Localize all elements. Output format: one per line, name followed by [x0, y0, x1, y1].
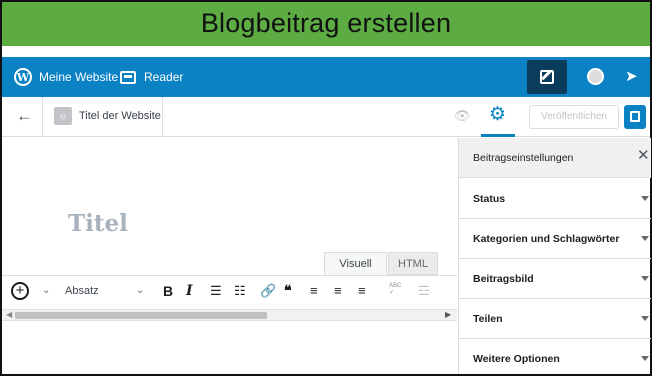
site-title-link[interactable]: ☼ Titel der Website [54, 107, 161, 125]
header-divider [42, 97, 43, 137]
align-center-icon[interactable]: ≡ [334, 283, 342, 299]
wordpress-logo-icon: W [14, 68, 32, 86]
panel-sharing[interactable]: Teilen [459, 299, 651, 339]
panel-featured-image[interactable]: Beitragsbild [459, 259, 651, 299]
reader-label: Reader [144, 70, 184, 84]
user-avatar-icon[interactable] [587, 68, 604, 85]
masterbar: W Meine Website Reader ➤ [2, 57, 650, 97]
caret-down-icon [641, 196, 649, 201]
editor-canvas: Titel Visuell HTML + ⌄ Absatz ⌄ B I ☰ ☷ … [2, 138, 457, 374]
write-post-button[interactable] [527, 60, 567, 94]
publish-button[interactable]: Veröffentlichen [529, 105, 619, 129]
editor-header: ← ☼ Titel der Website 👁 ⚙ Veröffentliche… [2, 97, 650, 137]
my-site-link[interactable]: W Meine Website [14, 57, 118, 97]
calendar-icon [630, 111, 640, 122]
spellcheck-icon[interactable]: ABC ✓ [389, 283, 401, 297]
notifications-icon[interactable]: ➤ [625, 68, 638, 86]
schedule-button[interactable] [624, 105, 646, 129]
link-icon[interactable]: 🔗 [260, 283, 276, 299]
caret-down-icon [641, 316, 649, 321]
panel-status[interactable]: Status [459, 179, 651, 219]
page-banner-title: Blogbeitrag erstellen [2, 2, 650, 46]
caret-down-icon [641, 236, 649, 241]
caret-down-icon [641, 276, 649, 281]
chevron-down-icon[interactable]: ⌄ [42, 285, 50, 296]
panel-label: Status [473, 193, 506, 205]
scroll-left-arrow-icon[interactable]: ◀ [6, 310, 12, 320]
scrollbar-thumb[interactable] [15, 312, 267, 319]
site-title-label: Titel der Website [79, 110, 161, 122]
header-divider [162, 97, 163, 137]
post-settings-sidebar: Beitragseinstellungen ✕ Status Kategorie… [458, 138, 651, 376]
sidebar-title: Beitragseinstellungen [473, 152, 574, 164]
align-left-icon[interactable]: ≡ [310, 283, 318, 299]
blockquote-icon[interactable]: ❝ [284, 283, 292, 299]
align-right-icon[interactable]: ≡ [358, 283, 366, 299]
back-arrow-icon[interactable]: ← [16, 106, 33, 126]
post-title-input[interactable]: Titel [68, 210, 128, 237]
classic-editor-toolbar: + ⌄ Absatz ⌄ B I ☰ ☷ 🔗 ❝ ≡ ≡ ≡ ABC ✓ ☲ [2, 275, 457, 308]
close-icon[interactable]: ✕ [637, 148, 650, 164]
write-post-icon [540, 70, 554, 84]
panel-label: Beitragsbild [473, 273, 534, 285]
panel-label: Weitere Optionen [473, 353, 560, 365]
bullet-list-icon[interactable]: ☰ [210, 283, 222, 299]
tab-html[interactable]: HTML [388, 252, 438, 275]
tab-visual[interactable]: Visuell [324, 252, 387, 275]
add-block-icon[interactable]: + [11, 282, 29, 300]
eye-icon[interactable]: 👁 [454, 108, 471, 124]
sidebar-header: Beitragseinstellungen ✕ [459, 138, 651, 178]
format-select[interactable]: Absatz [65, 285, 99, 297]
settings-active-indicator [481, 134, 515, 137]
horizontal-scrollbar[interactable]: ◀ ▶ [2, 309, 457, 321]
my-site-label: Meine Website [39, 70, 119, 84]
panel-categories-tags[interactable]: Kategorien und Schlagwörter [459, 219, 651, 259]
caret-down-icon [641, 356, 649, 361]
screenshot-frame: Blogbeitrag erstellen W Meine Website Re… [0, 0, 652, 376]
panel-label: Kategorien und Schlagwörter [473, 233, 620, 245]
toolbar-toggle-icon[interactable]: ☲ [418, 283, 430, 299]
reader-icon [120, 70, 136, 84]
site-globe-icon: ☼ [54, 107, 72, 125]
panel-more-options[interactable]: Weitere Optionen [459, 339, 651, 376]
gear-icon[interactable]: ⚙ [489, 104, 506, 126]
scroll-right-arrow-icon[interactable]: ▶ [445, 310, 451, 320]
spellcheck-label: ABC [389, 283, 402, 289]
reader-link[interactable]: Reader [120, 57, 183, 97]
numbered-list-icon[interactable]: ☷ [234, 283, 246, 299]
chevron-down-icon[interactable]: ⌄ [136, 285, 144, 296]
panel-label: Teilen [473, 313, 503, 325]
italic-icon[interactable]: I [186, 283, 193, 299]
bold-icon[interactable]: B [163, 283, 173, 299]
